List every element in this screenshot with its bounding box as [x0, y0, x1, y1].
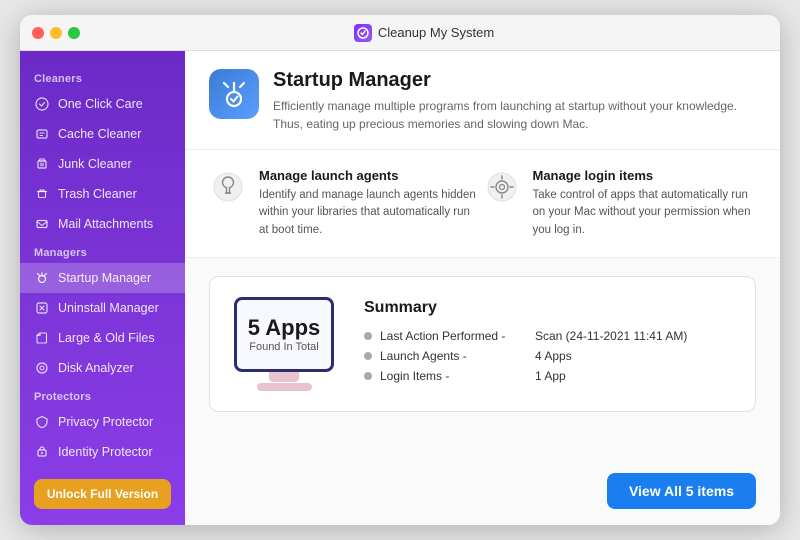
- identity-protector-icon: [34, 444, 50, 460]
- main-content: Cleaners One Click Care Cache: [20, 51, 780, 525]
- startup-manager-app-icon: [209, 69, 259, 119]
- summary-details: Summary Last Action Performed - Scan (24…: [364, 299, 731, 389]
- launch-agents-icon: [209, 168, 247, 206]
- feature-login-items-desc: Take control of apps that automatically …: [533, 187, 757, 239]
- summary-value-1: 4 Apps: [535, 349, 572, 363]
- summary-row-0: Last Action Performed - Scan (24-11-2021…: [364, 329, 731, 343]
- feature-login-items: Manage login items Take control of apps …: [483, 168, 757, 239]
- sidebar-label-identity-protector: Identity Protector: [58, 445, 153, 459]
- sidebar-label-one-click-care: One Click Care: [58, 97, 143, 111]
- junk-cleaner-icon: [34, 156, 50, 172]
- summary-key-1: Launch Agents -: [380, 349, 535, 363]
- managers-section-label: Managers: [20, 239, 185, 263]
- app-window: Cleanup My System Cleaners One Click Car…: [20, 15, 780, 525]
- trash-cleaner-icon: [34, 186, 50, 202]
- feature-launch-agents: Manage launch agents Identify and manage…: [209, 168, 483, 239]
- summary-key-0: Last Action Performed -: [380, 329, 535, 343]
- one-click-care-icon: [34, 96, 50, 112]
- feature-launch-agents-title: Manage launch agents: [259, 168, 483, 183]
- feature-launch-agents-text: Manage launch agents Identify and manage…: [259, 168, 483, 239]
- mail-attachments-icon: [34, 216, 50, 232]
- content-header: Startup Manager Efficiently manage multi…: [185, 51, 780, 150]
- sidebar-item-trash-cleaner[interactable]: Trash Cleaner: [20, 179, 185, 209]
- privacy-protector-icon: [34, 414, 50, 430]
- sidebar-item-mail-attachments[interactable]: Mail Attachments: [20, 209, 185, 239]
- sidebar-label-privacy-protector: Privacy Protector: [58, 415, 153, 429]
- summary-value-2: 1 App: [535, 369, 566, 383]
- sidebar-item-startup-manager[interactable]: Startup Manager: [20, 263, 185, 293]
- maximize-button[interactable]: [68, 27, 80, 39]
- content-header-text: Startup Manager Efficiently manage multi…: [273, 69, 753, 133]
- monitor-screen: 5 Apps Found In Total: [234, 297, 334, 372]
- apps-sublabel: Found In Total: [249, 341, 319, 353]
- monitor-base: [257, 383, 312, 391]
- app-titlebar-icon: [354, 24, 372, 42]
- feature-launch-agents-desc: Identify and manage launch agents hidden…: [259, 187, 483, 239]
- sidebar-label-mail-attachments: Mail Attachments: [58, 217, 153, 231]
- login-items-icon: [483, 168, 521, 206]
- protectors-section-label: Protectors: [20, 383, 185, 407]
- sidebar-item-large-old-files[interactable]: Large & Old Files: [20, 323, 185, 353]
- content-area: Startup Manager Efficiently manage multi…: [185, 51, 780, 525]
- uninstall-manager-icon: [34, 300, 50, 316]
- disk-analyzer-icon: [34, 360, 50, 376]
- sidebar-item-one-click-care[interactable]: One Click Care: [20, 89, 185, 119]
- titlebar-center: Cleanup My System: [80, 24, 768, 42]
- cache-cleaner-icon: [34, 126, 50, 142]
- sidebar-label-large-old-files: Large & Old Files: [58, 331, 155, 345]
- view-all-button[interactable]: View All 5 items: [607, 473, 756, 509]
- summary-dot-0: [364, 332, 372, 340]
- features-row: Manage launch agents Identify and manage…: [185, 150, 780, 258]
- close-button[interactable]: [32, 27, 44, 39]
- summary-card: 5 Apps Found In Total Summary Last Actio…: [209, 276, 756, 412]
- monitor-stand: [269, 372, 299, 382]
- summary-value-0: Scan (24-11-2021 11:41 AM): [535, 329, 687, 343]
- summary-key-2: Login Items -: [380, 369, 535, 383]
- sidebar-label-startup-manager: Startup Manager: [58, 271, 151, 285]
- sidebar-item-identity-protector[interactable]: Identity Protector: [20, 437, 185, 467]
- sidebar-label-disk-analyzer: Disk Analyzer: [58, 361, 134, 375]
- sidebar: Cleaners One Click Care Cache: [20, 51, 185, 525]
- feature-login-items-title: Manage login items: [533, 168, 757, 183]
- startup-manager-icon: [34, 270, 50, 286]
- sidebar-item-privacy-protector[interactable]: Privacy Protector: [20, 407, 185, 437]
- sidebar-item-uninstall-manager[interactable]: Uninstall Manager: [20, 293, 185, 323]
- cleaners-section-label: Cleaners: [20, 65, 185, 89]
- summary-section: 5 Apps Found In Total Summary Last Actio…: [185, 258, 780, 463]
- traffic-lights: [32, 27, 80, 39]
- window-title: Cleanup My System: [378, 25, 494, 40]
- unlock-full-version-button[interactable]: Unlock Full Version: [34, 479, 171, 509]
- content-footer: View All 5 items: [185, 463, 780, 525]
- summary-row-2: Login Items - 1 App: [364, 369, 731, 383]
- sidebar-label-junk-cleaner: Junk Cleaner: [58, 157, 132, 171]
- sidebar-item-disk-analyzer[interactable]: Disk Analyzer: [20, 353, 185, 383]
- minimize-button[interactable]: [50, 27, 62, 39]
- sidebar-label-cache-cleaner: Cache Cleaner: [58, 127, 141, 141]
- summary-dot-2: [364, 372, 372, 380]
- large-old-files-icon: [34, 330, 50, 346]
- summary-dot-1: [364, 352, 372, 360]
- titlebar: Cleanup My System: [20, 15, 780, 51]
- page-title: Startup Manager: [273, 69, 753, 92]
- summary-title: Summary: [364, 299, 731, 317]
- apps-count: 5 Apps: [248, 315, 321, 341]
- monitor-graphic: 5 Apps Found In Total: [234, 297, 334, 391]
- summary-row-1: Launch Agents - 4 Apps: [364, 349, 731, 363]
- page-description: Efficiently manage multiple programs fro…: [273, 97, 753, 133]
- feature-login-items-text: Manage login items Take control of apps …: [533, 168, 757, 239]
- sidebar-item-junk-cleaner[interactable]: Junk Cleaner: [20, 149, 185, 179]
- sidebar-bottom: Unlock Full Version: [20, 467, 185, 521]
- sidebar-label-uninstall-manager: Uninstall Manager: [58, 301, 159, 315]
- sidebar-item-cache-cleaner[interactable]: Cache Cleaner: [20, 119, 185, 149]
- sidebar-label-trash-cleaner: Trash Cleaner: [58, 187, 137, 201]
